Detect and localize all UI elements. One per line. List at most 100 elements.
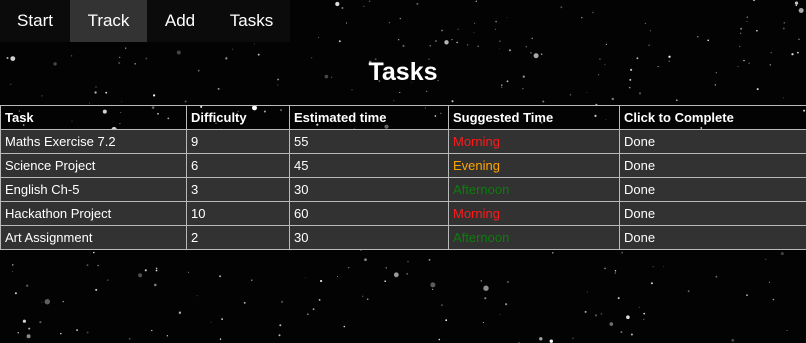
star <box>399 92 401 93</box>
star <box>506 281 509 283</box>
column-header-task: Task <box>0 105 187 130</box>
difficulty-cell: 3 <box>186 177 290 202</box>
star <box>232 48 233 50</box>
star <box>428 259 431 261</box>
done-button[interactable]: Done <box>619 177 806 202</box>
star <box>44 299 50 305</box>
star <box>348 267 350 269</box>
star <box>531 37 533 40</box>
star <box>343 325 346 328</box>
star <box>739 45 741 48</box>
star <box>60 332 62 335</box>
star <box>560 6 563 9</box>
star <box>475 0 477 2</box>
star <box>41 301 43 303</box>
star <box>617 297 620 300</box>
top-navigation: Start Track Add Tasks <box>0 0 290 42</box>
star <box>257 53 260 56</box>
star <box>794 1 799 5</box>
star <box>89 102 90 104</box>
star <box>166 335 169 337</box>
star <box>604 267 606 270</box>
star <box>466 44 469 46</box>
star <box>630 333 633 336</box>
star <box>153 94 156 97</box>
star <box>508 49 511 52</box>
star <box>93 251 95 254</box>
star <box>620 331 623 334</box>
star <box>581 17 583 19</box>
difficulty-cell: 2 <box>186 225 290 250</box>
star <box>26 284 29 287</box>
star <box>363 5 365 7</box>
nav-start-link[interactable]: Start <box>0 0 70 42</box>
star <box>765 258 767 260</box>
task-name-cell: Hackathon Project <box>0 201 187 226</box>
star <box>628 86 631 89</box>
star <box>366 298 369 301</box>
done-button[interactable]: Done <box>619 129 806 154</box>
nav-tasks-link[interactable]: Tasks <box>213 0 290 42</box>
star <box>783 97 785 99</box>
task-name-cell: Science Project <box>0 153 187 178</box>
star <box>12 264 14 266</box>
star <box>438 338 441 341</box>
table-row: Art Assignment 2 30 Afternoon Done <box>0 225 806 250</box>
star <box>219 275 222 278</box>
star <box>388 22 390 24</box>
done-button[interactable]: Done <box>619 225 806 250</box>
star <box>540 53 543 55</box>
star <box>495 20 497 23</box>
table-row: Maths Exercise 7.2 9 55 Morning Done <box>0 129 806 154</box>
difficulty-cell: 9 <box>186 129 290 154</box>
page-background: Start Track Add Tasks Tasks Task Difficu… <box>0 0 806 343</box>
nav-track-link[interactable]: Track <box>70 0 147 42</box>
star <box>338 40 341 43</box>
star <box>384 280 387 283</box>
star <box>783 22 785 24</box>
star <box>393 100 395 102</box>
nav-add-link[interactable]: Add <box>147 0 213 42</box>
star <box>430 282 436 288</box>
star <box>406 273 408 275</box>
star <box>76 329 79 332</box>
star <box>484 297 487 300</box>
star <box>649 30 651 32</box>
suggested-time-cell: Morning <box>448 129 620 154</box>
star <box>473 31 475 33</box>
star <box>17 332 19 334</box>
star <box>346 22 347 24</box>
task-name-cell: Art Assignment <box>0 225 187 250</box>
star <box>425 90 428 93</box>
done-button[interactable]: Done <box>619 201 806 226</box>
star <box>652 266 654 268</box>
done-button[interactable]: Done <box>619 153 806 178</box>
star <box>125 47 127 49</box>
tasks-table: Task Difficulty Estimated time Suggested… <box>0 105 806 250</box>
star <box>614 272 617 274</box>
star <box>138 273 143 278</box>
star <box>393 272 399 278</box>
star <box>364 258 367 262</box>
star <box>106 279 109 281</box>
star <box>795 4 797 7</box>
star <box>494 28 497 30</box>
star <box>753 0 755 2</box>
star <box>444 40 449 45</box>
table-row: English Ch-5 3 30 Afternoon Done <box>0 177 806 202</box>
star <box>86 331 89 334</box>
star <box>368 0 371 3</box>
star <box>756 29 758 32</box>
star <box>402 44 405 47</box>
star <box>609 322 614 326</box>
star <box>768 281 770 283</box>
star <box>62 300 65 303</box>
star <box>14 292 17 295</box>
star <box>178 311 182 314</box>
star <box>525 46 527 48</box>
star <box>385 267 387 269</box>
suggested-time-cell: Afternoon <box>448 225 620 250</box>
star <box>451 39 453 41</box>
star <box>41 95 43 97</box>
star <box>432 288 434 290</box>
